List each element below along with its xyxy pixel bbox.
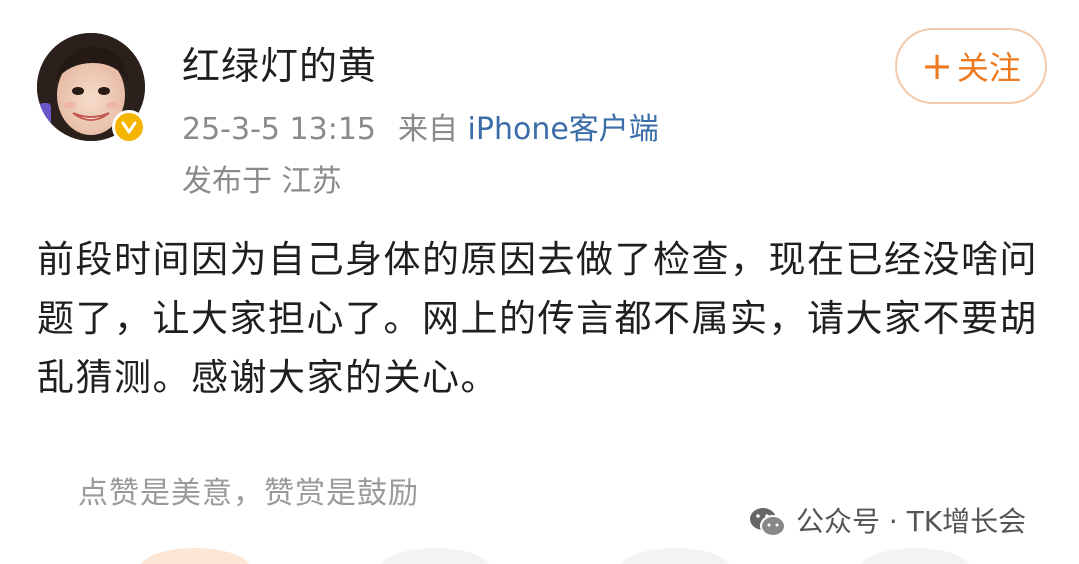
reward-slogan: 点赞是美意，赞赏是鼓励 (78, 476, 419, 511)
watermark-text: 公众号 · TK增长会 (796, 505, 1027, 538)
author-name[interactable]: 红绿灯的黄 (182, 40, 377, 92)
reward-avatar (380, 548, 490, 564)
post-text: 前段时间因为自己身体的原因去做了检查，现在已经没啥问题了，让大家担心了。网上的传… (37, 238, 1038, 399)
wechat-icon (750, 508, 786, 537)
follow-button[interactable]: + 关注 (895, 28, 1047, 104)
post-meta: 25-3-5 13:15 来自 iPhone客户端 (182, 110, 659, 150)
reward-avatars-strip (0, 540, 1079, 564)
post-source[interactable]: iPhone客户端 (468, 112, 659, 147)
reward-avatar (140, 548, 250, 564)
post-timestamp: 25-3-5 13:15 (182, 112, 376, 147)
post-location: 发布于 江苏 (182, 164, 342, 199)
follow-label: 关注 (956, 49, 1021, 87)
plus-icon: + (921, 44, 953, 88)
watermark: 公众号 · TK增长会 (748, 502, 1026, 542)
reward-avatar (620, 548, 730, 564)
source-prefix: 来自 (398, 112, 458, 147)
reward-avatar (860, 548, 970, 564)
verified-icon (112, 110, 146, 144)
